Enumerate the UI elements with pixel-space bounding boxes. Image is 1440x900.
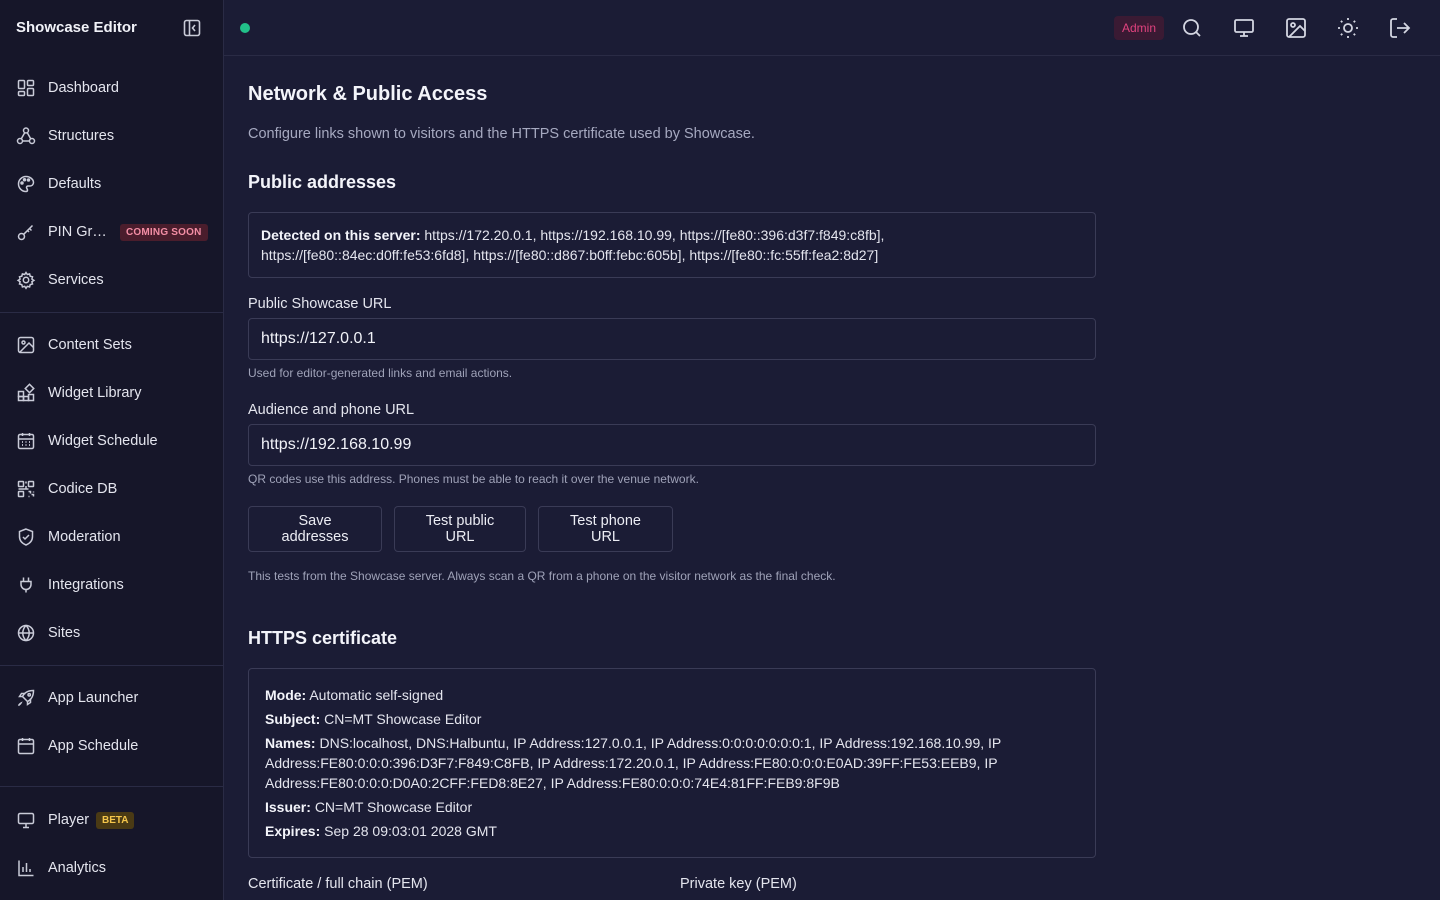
sidebar-item-label: App Launcher [48, 690, 139, 706]
sidebar-item-widget-schedule[interactable]: Widget Schedule [0, 421, 223, 461]
detected-addresses-box: Detected on this server: https://172.20.… [248, 212, 1096, 278]
public-url-label: Public Showcase URL [248, 296, 392, 312]
sidebar-item-label: Codice DB [48, 481, 118, 497]
sidebar-item-label: Moderation [48, 529, 121, 545]
sidebar-divider [0, 786, 223, 787]
calendar-icon [16, 431, 36, 451]
save-addresses-button[interactable]: Save addresses [248, 506, 382, 552]
sidebar-item-dashboard[interactable]: Dashboard [0, 68, 223, 108]
beta-badge: BETA [96, 811, 135, 829]
sidebar-item-label: Widget Schedule [48, 433, 158, 449]
private-key-label: Private key (PEM) [680, 876, 797, 892]
cert-chain-label: Certificate / full chain (PEM) [248, 876, 428, 892]
certificate-details-box: Mode: Automatic self-signed Subject: CN=… [248, 668, 1096, 858]
sidebar-item-app-schedule[interactable]: App Schedule [0, 726, 223, 766]
cert-expires: Expires: Sep 28 09:03:01 2028 GMT [265, 823, 497, 839]
sidebar-item-player[interactable]: Player BETA [0, 800, 223, 840]
sidebar-item-sites[interactable]: Sites [0, 613, 223, 653]
monitor-icon[interactable] [1232, 16, 1256, 40]
sidebar-item-label: Structures [48, 128, 115, 144]
calendar-icon [16, 736, 36, 756]
plug-icon [16, 575, 36, 595]
sidebar-item-moderation[interactable]: Moderation [0, 517, 223, 557]
palette-icon [16, 174, 36, 194]
monitor-icon [16, 810, 36, 830]
sidebar-item-widget-library[interactable]: Widget Library [0, 373, 223, 413]
test-note: This tests from the Showcase server. Alw… [248, 569, 836, 583]
shield-icon [16, 527, 36, 547]
cert-mode: Mode: Automatic self-signed [265, 687, 444, 703]
gear-icon [16, 270, 36, 290]
logout-icon[interactable] [1388, 16, 1412, 40]
sidebar-item-label: Dashboard [48, 80, 119, 96]
sidebar-item-label: Widget Library [48, 385, 142, 401]
sidebar-item-content-sets[interactable]: Content Sets [0, 325, 223, 365]
sidebar-item-label: PIN Gr… [48, 224, 107, 240]
coming-soon-badge: COMING SOON [120, 223, 208, 241]
rocket-icon [16, 688, 36, 708]
sidebar-item-label: Analytics [48, 860, 107, 876]
structures-icon [16, 126, 36, 146]
dashboard-icon [16, 78, 36, 98]
search-icon[interactable] [1180, 16, 1204, 40]
public-url-hint: Used for editor-generated links and emai… [248, 366, 513, 380]
audience-url-label: Audience and phone URL [248, 402, 415, 418]
audience-url-input[interactable] [248, 424, 1096, 466]
qr-icon [16, 479, 36, 499]
test-phone-url-button[interactable]: Test phone URL [538, 506, 673, 552]
sidebar-item-services[interactable]: Services [0, 260, 223, 300]
sidebar-divider [0, 312, 223, 313]
cert-names: Names: DNS:localhost, DNS:Halbuntu, IP A… [265, 735, 1002, 791]
test-public-url-button[interactable]: Test public URL [394, 506, 526, 552]
widgets-icon [16, 383, 36, 403]
sidebar-item-label: Player [48, 812, 90, 828]
image-icon [16, 335, 36, 355]
sidebar-item-defaults[interactable]: Defaults [0, 164, 223, 204]
cert-issuer: Issuer: CN=MT Showcase Editor [265, 799, 473, 815]
detected-addresses-line: https://[fe80::84ec:d0ff:fe53:6fd8], htt… [261, 247, 879, 263]
topbar: Admin [224, 0, 1440, 56]
image-icon[interactable] [1284, 16, 1308, 40]
key-icon [16, 222, 36, 242]
sidebar-item-structures[interactable]: Structures [0, 116, 223, 156]
app-title: Showcase Editor [16, 19, 137, 36]
admin-badge: Admin [1114, 16, 1165, 40]
sidebar-item-label: Services [48, 272, 104, 288]
detected-addresses-line: https://172.20.0.1, https://192.168.10.9… [424, 227, 885, 243]
page-subtitle: Configure links shown to visitors and th… [248, 126, 755, 142]
sidebar-item-analytics[interactable]: Analytics [0, 848, 223, 888]
sidebar-item-codice-db[interactable]: Codice DB [0, 469, 223, 509]
sun-icon[interactable] [1336, 16, 1360, 40]
globe-icon [16, 623, 36, 643]
sidebar-item-label: Sites [48, 625, 81, 641]
cert-subject: Subject: CN=MT Showcase Editor [265, 711, 482, 727]
public-addresses-heading: Public addresses [248, 172, 397, 192]
sidebar: Showcase Editor Dashboard Structures Def… [0, 0, 224, 900]
sidebar-divider [0, 665, 223, 666]
sidebar-item-label: Integrations [48, 577, 124, 593]
bar-chart-icon [16, 858, 36, 878]
sidebar-item-label: Defaults [48, 176, 102, 192]
audience-url-hint: QR codes use this address. Phones must b… [248, 472, 699, 486]
public-url-input[interactable] [248, 318, 1096, 360]
https-certificate-heading: HTTPS certificate [248, 628, 398, 648]
collapse-sidebar-icon[interactable] [182, 18, 202, 38]
sidebar-item-integrations[interactable]: Integrations [0, 565, 223, 605]
sidebar-item-app-launcher[interactable]: App Launcher [0, 678, 223, 718]
page-title: Network & Public Access [248, 83, 488, 105]
sidebar-item-label: Content Sets [48, 337, 132, 353]
sidebar-item-label: App Schedule [48, 738, 139, 754]
connection-status-dot [240, 23, 250, 33]
detected-label: Detected on this server: [261, 227, 421, 243]
sidebar-item-pin-groups[interactable]: PIN Gr… COMING SOON [0, 212, 223, 252]
